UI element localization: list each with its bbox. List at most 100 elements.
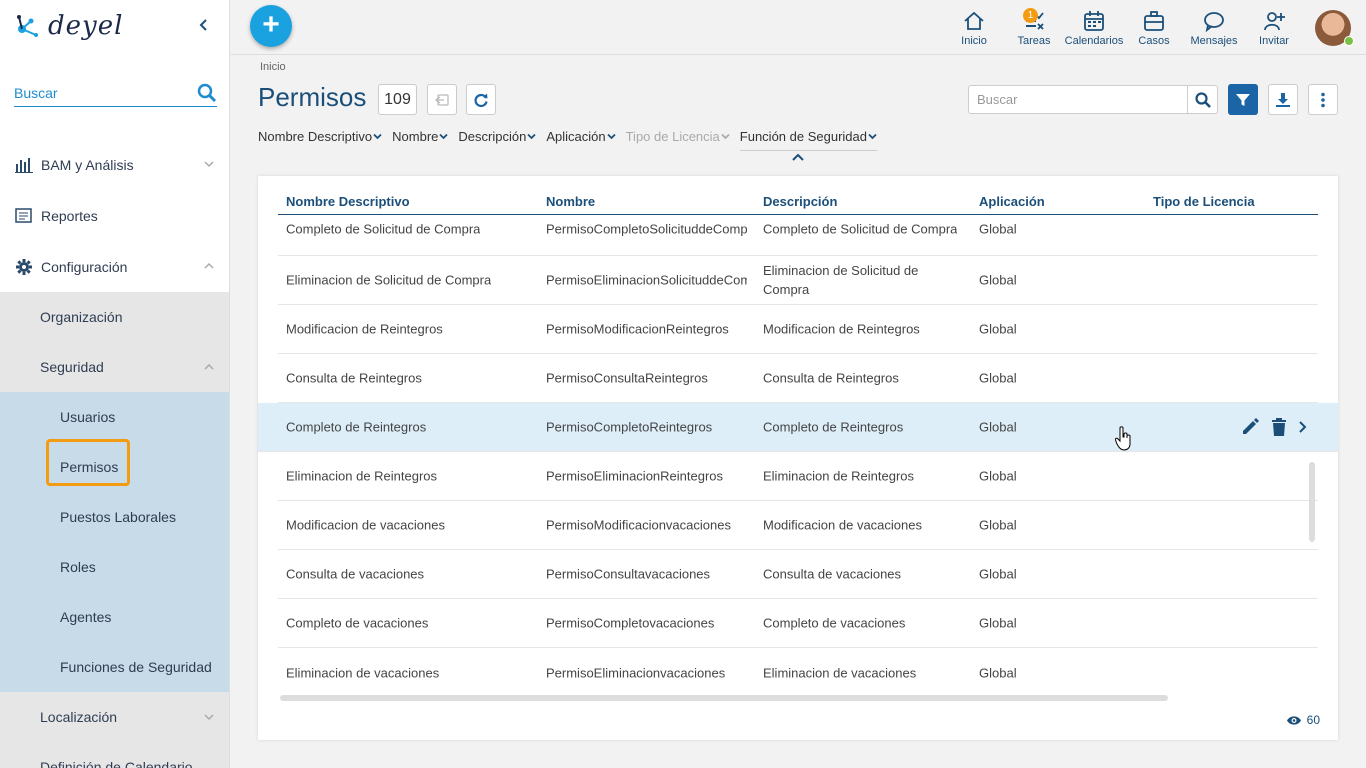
chevron-down-icon (373, 133, 382, 140)
column-filter-nombre-descriptivo[interactable]: Nombre Descriptivo (258, 129, 382, 144)
table-row[interactable]: Eliminacion de Reintegros PermisoElimina… (278, 452, 1318, 501)
hand-cursor-icon (1115, 426, 1131, 451)
table-row[interactable]: Completo de Solicitud de Compra PermisoC… (278, 206, 1318, 256)
nav-tareas[interactable]: 1 Tareas (1004, 0, 1064, 55)
sidebar-item-organizacion[interactable]: Organización (0, 292, 229, 342)
sidebar-item-label: Localización (40, 709, 118, 725)
column-filter-label: Aplicación (546, 129, 606, 144)
cell-nombre: PermisoEliminacionReintegros (546, 468, 724, 484)
table-row[interactable]: Completo de vacaciones PermisoCompletova… (278, 599, 1318, 648)
nav-calendarios[interactable]: Calendarios (1064, 0, 1124, 55)
vertical-scrollbar[interactable] (1309, 462, 1315, 542)
cell-nombre: PermisoEliminacionSolicituddeCompra (546, 272, 747, 288)
sidebar-item-label: Seguridad (40, 359, 104, 375)
column-filter-label: Función de Seguridad (739, 129, 867, 144)
nav-casos[interactable]: Casos (1124, 0, 1184, 55)
cell-nombre-descriptivo: Eliminacion de Solicitud de Compra (286, 272, 492, 288)
main-search-button[interactable] (1188, 85, 1218, 114)
add-button[interactable]: + (250, 5, 292, 47)
collapse-sidebar-button[interactable] (196, 16, 210, 36)
online-status-icon (1344, 36, 1354, 46)
nav-label: Mensajes (1190, 35, 1238, 47)
sidebar-item-roles[interactable]: Roles (0, 542, 229, 592)
sidebar-item-seguridad[interactable]: Seguridad (0, 342, 229, 392)
briefcase-icon (1144, 11, 1164, 31)
refresh-button[interactable] (466, 84, 496, 115)
nav-mensajes[interactable]: Mensajes (1184, 0, 1244, 55)
table-row[interactable]: Modificacion de Reintegros PermisoModifi… (278, 305, 1318, 354)
cell-nombre: PermisoCompletoReintegros (546, 419, 713, 435)
sidebar-item-bam[interactable]: BAM y Análisis (0, 139, 229, 190)
nav-label: Inicio (961, 35, 987, 47)
sidebar-item-agentes[interactable]: Agentes (0, 592, 229, 642)
table-row[interactable]: Consulta de Reintegros PermisoConsultaRe… (278, 354, 1318, 403)
table-row[interactable]: Eliminacion de Solicitud de Compra Permi… (278, 256, 1318, 305)
cell-descripcion: Eliminacion de Solicitud de Compra (763, 263, 919, 297)
column-filter-descripcion[interactable]: Descripción (458, 129, 536, 144)
column-filter-tipo-licencia[interactable]: Tipo de Licencia (626, 129, 730, 144)
home-icon (964, 11, 984, 30)
sidebar: deyel BAM y Análisis Reportes Confi (0, 0, 230, 768)
download-button[interactable] (1268, 84, 1298, 115)
sidebar-item-definicion-calendario[interactable]: Definición de Calendario (0, 742, 229, 768)
main-search-input[interactable] (968, 85, 1188, 114)
cell-nombre: PermisoEliminacionvacaciones (546, 665, 726, 680)
cell-aplicacion: Global (979, 272, 1017, 288)
sidebar-item-label: Organización (40, 309, 123, 325)
table-row[interactable]: Consulta de vacaciones PermisoConsultava… (278, 550, 1318, 599)
cell-nombre-descriptivo: Completo de Solicitud de Compra (286, 221, 481, 237)
sidebar-item-reportes[interactable]: Reportes (0, 190, 229, 241)
cell-descripcion: Completo de vacaciones (763, 615, 906, 631)
column-filter-funcion-seguridad[interactable]: Función de Seguridad (739, 129, 877, 151)
user-avatar[interactable] (1310, 0, 1356, 55)
chevron-up-icon[interactable] (791, 153, 805, 162)
column-filter-label: Nombre (392, 129, 439, 144)
breadcrumb[interactable]: Inicio (260, 61, 286, 73)
calendar-icon (1084, 11, 1104, 31)
more-options-button[interactable] (1308, 84, 1338, 115)
column-filter-aplicacion[interactable]: Aplicación (546, 129, 616, 144)
chevron-down-icon (606, 133, 616, 140)
sidebar-item-funciones-seguridad[interactable]: Funciones de Seguridad (0, 642, 229, 692)
chevron-down-icon (721, 133, 730, 140)
filter-button[interactable] (1228, 84, 1258, 115)
cell-nombre: PermisoModificacionReintegros (546, 321, 729, 337)
nav-inicio[interactable]: Inicio (944, 0, 1004, 55)
search-icon[interactable] (197, 83, 217, 108)
cell-nombre-descriptivo: Eliminacion de Reintegros (286, 468, 438, 484)
deyel-logo[interactable]: deyel (14, 8, 123, 44)
sidebar-item-label: Reportes (41, 207, 98, 224)
column-filter-nombre[interactable]: Nombre (392, 129, 449, 144)
sidebar-item-usuarios[interactable]: Usuarios (0, 392, 229, 442)
cell-aplicacion: Global (979, 665, 1017, 680)
active-item-highlight (46, 439, 130, 486)
cell-aplicacion: Global (979, 419, 1017, 435)
chevron-down-icon (439, 133, 449, 140)
visible-count: 60 (1286, 713, 1320, 727)
top-bar: + Inicio 1 Tareas Calendarios Casos Mens… (231, 0, 1366, 55)
table-row[interactable]: Modificacion de vacaciones PermisoModifi… (278, 501, 1318, 550)
logo-text: deyel (48, 11, 124, 41)
cell-aplicacion: Global (979, 321, 1017, 337)
cell-nombre-descriptivo: Modificacion de Reintegros (286, 321, 443, 337)
column-filter-label: Tipo de Licencia (625, 129, 720, 144)
cell-descripcion: Consulta de Reintegros (763, 370, 899, 386)
message-icon (1204, 12, 1224, 32)
edit-pencil-icon[interactable] (1240, 417, 1260, 437)
sidebar-item-localizacion[interactable]: Localización (0, 692, 229, 742)
chevron-left-icon (199, 19, 207, 31)
back-button[interactable] (427, 84, 457, 115)
table-row-highlighted[interactable]: Completo de Reintegros PermisoCompletoRe… (258, 403, 1338, 452)
sidebar-search-input[interactable] (14, 85, 189, 101)
cell-nombre-descriptivo: Completo de vacaciones (286, 615, 429, 631)
nav-label: Tareas (1017, 35, 1051, 47)
sidebar-item-configuracion[interactable]: Configuración (0, 241, 229, 292)
chevron-right-icon[interactable] (1298, 420, 1308, 434)
horizontal-scrollbar[interactable] (280, 695, 1168, 701)
delete-trash-icon[interactable] (1270, 417, 1288, 437)
table-row[interactable]: Eliminacion de vacaciones PermisoElimina… (278, 648, 1318, 697)
nav-invitar[interactable]: Invitar (1244, 0, 1304, 55)
cell-nombre: PermisoConsultavacaciones (546, 566, 711, 582)
sidebar-item-puestos-laborales[interactable]: Puestos Laborales (0, 492, 229, 542)
back-arrow-icon (434, 93, 449, 106)
